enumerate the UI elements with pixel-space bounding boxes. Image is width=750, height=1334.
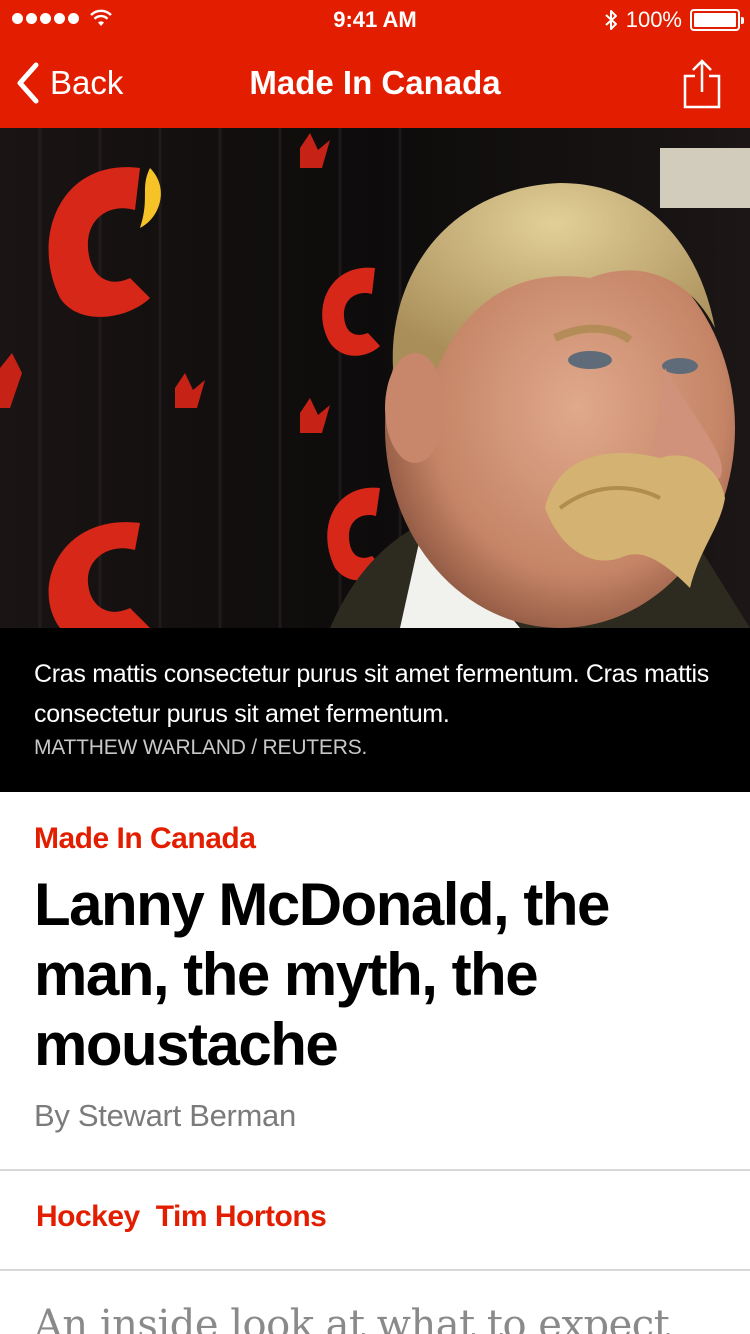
article-byline: By Stewart Berman [34,1098,296,1133]
share-icon [683,59,721,109]
battery-indicator: 100% [604,7,744,33]
divider [0,1269,750,1271]
hero-caption: Cras mattis consectetur purus sit amet f… [0,628,750,792]
navigation-bar: Back Made In Canada [0,40,750,128]
battery-icon [690,9,744,31]
caption-text: Cras mattis consectetur purus sit amet f… [34,660,709,728]
battery-percent: 100% [625,7,682,32]
nav-title: Made In Canada [249,64,501,101]
article-headline: Lanny McDonald, the man, the myth, the m… [34,871,610,1078]
bluetooth-icon [605,10,617,30]
divider [0,1169,750,1171]
article-intro: An inside look at what to expect [34,1302,670,1334]
article-tags: Hockey Tim Hortons [36,1200,327,1234]
hero-image[interactable] [0,128,750,628]
section-label[interactable]: Made In Canada [34,822,256,856]
photo-credit: MATTHEW WARLAND / REUTERS. [34,736,368,759]
tag-tim-hortons[interactable]: Tim Hortons [156,1200,327,1234]
hero-photo [0,128,750,628]
status-bar: 9:41 AM 100% [0,0,750,40]
share-button[interactable] [682,58,722,110]
tag-hockey[interactable]: Hockey [36,1200,140,1234]
